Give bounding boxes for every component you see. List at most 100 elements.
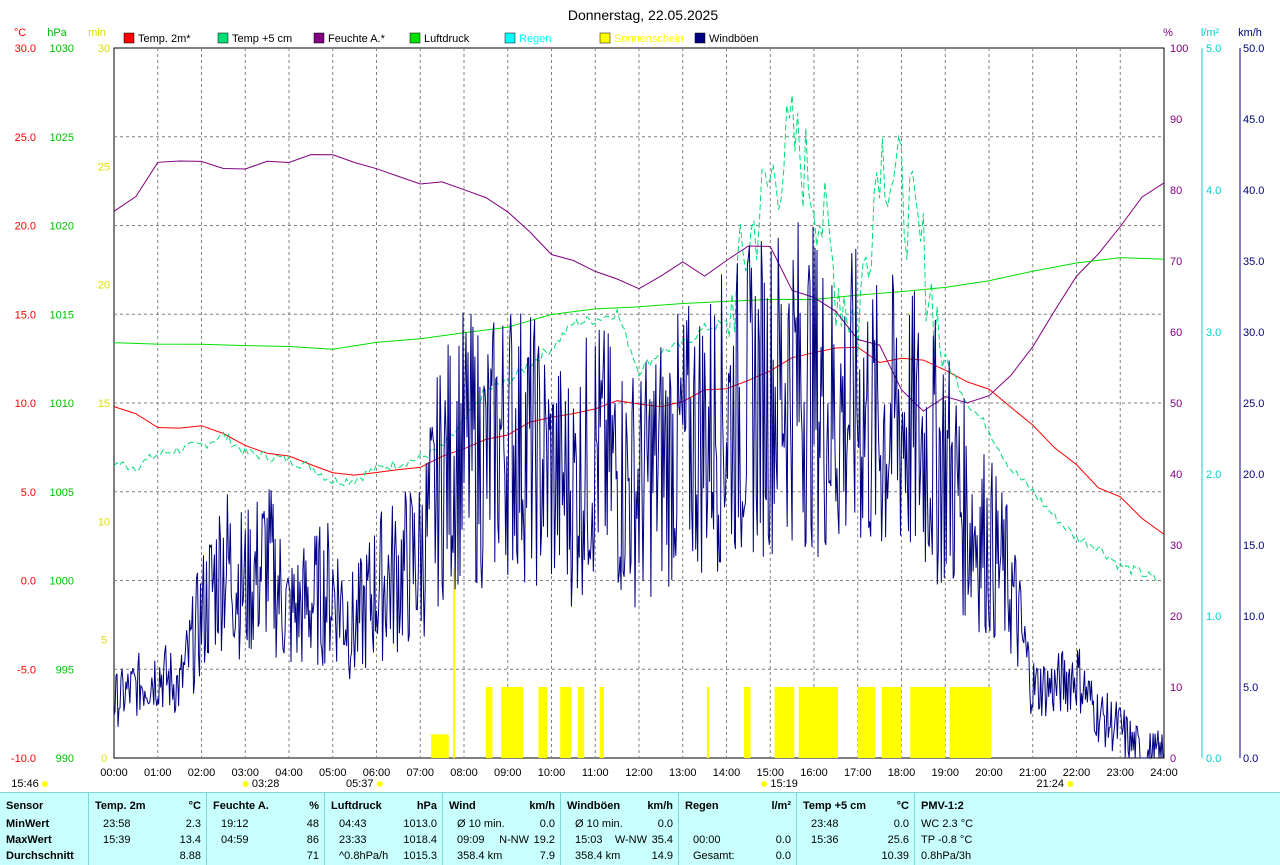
stats-cell: Windböen bbox=[567, 800, 621, 812]
temp-unit: °C bbox=[14, 27, 26, 39]
pressure-tick: 1020 bbox=[50, 221, 74, 233]
time-tick: 24:00 bbox=[1150, 767, 1178, 779]
pressure-tick: 1000 bbox=[50, 576, 74, 588]
sunshine-bar bbox=[453, 568, 456, 758]
stats-cell: % bbox=[309, 800, 319, 812]
event-marker bbox=[42, 781, 48, 787]
stats-cell: 19:12 bbox=[221, 818, 249, 830]
stats-cell: 23:58 bbox=[103, 818, 131, 830]
event-markers: 15:46 03:28 05:37 15:19 21:24 bbox=[11, 778, 1074, 790]
time-tick: 23:00 bbox=[1106, 767, 1134, 779]
stats-column: Windböen km/h Ø 10 min. 0.0 15:03 W-NW 35.4 358… bbox=[560, 793, 679, 865]
stats-cell: Temp +5 cm bbox=[803, 800, 867, 812]
legend-swatch bbox=[217, 32, 229, 44]
chart-title: Donnerstag, 22.05.2025 bbox=[568, 7, 718, 23]
rain-tick: 0.0 bbox=[1206, 753, 1221, 765]
wind-tick: 20.0 bbox=[1243, 469, 1264, 481]
rain-tick: 2.0 bbox=[1206, 469, 1221, 481]
event-label: 15:19 bbox=[770, 778, 798, 790]
sun-tick: 10 bbox=[98, 516, 110, 528]
stats-cell: 23:48 bbox=[811, 818, 839, 830]
time-tick: 11:00 bbox=[582, 767, 609, 779]
stats-cell: 7.9 bbox=[539, 850, 555, 862]
time-tick: 17:00 bbox=[844, 767, 872, 779]
wind-tick: 5.0 bbox=[1243, 682, 1258, 694]
legend-label: Feuchte A.* bbox=[328, 33, 386, 45]
stats-cell: 0.8hPa/3h bbox=[921, 850, 972, 862]
sunshine-bar bbox=[560, 687, 572, 758]
pressure-tick: 1005 bbox=[50, 487, 74, 499]
pressure-tick: 995 bbox=[56, 664, 74, 676]
stats-cell: km/h bbox=[647, 800, 673, 812]
rain-unit: l/m² bbox=[1201, 27, 1220, 39]
time-tick: 07:00 bbox=[406, 767, 434, 779]
temp-tick: 30.0 bbox=[15, 43, 36, 55]
weather-chart: Donnerstag, 22.05.2025 Temp. 2m* Temp +5 … bbox=[11, 7, 1265, 790]
humidity-tick: 40 bbox=[1170, 469, 1182, 481]
stats-cell: 358.4 km bbox=[575, 850, 621, 862]
sun-tick: 15 bbox=[98, 398, 110, 410]
legend: Temp. 2m* Temp +5 cm Feuchte A.* Luftdruck R… bbox=[123, 32, 759, 45]
stats-cell: 15:03 bbox=[575, 834, 603, 846]
stats-cell: hPa bbox=[416, 800, 437, 812]
stats-cell: Durchschnitt bbox=[6, 850, 74, 862]
event-marker bbox=[242, 781, 249, 787]
time-tick: 01:00 bbox=[144, 767, 172, 779]
stats-cell: TP -0.8 °C bbox=[921, 834, 973, 846]
event-marker bbox=[761, 781, 768, 787]
humidity-tick: 0 bbox=[1170, 753, 1176, 765]
stats-cell: N-NW bbox=[499, 834, 529, 846]
event-marker bbox=[376, 781, 383, 787]
legend-label: Temp +5 cm bbox=[232, 33, 292, 45]
stats-cell: 25.6 bbox=[887, 834, 909, 846]
humidity-tick: 90 bbox=[1170, 114, 1182, 126]
time-tick: 12:00 bbox=[625, 767, 653, 779]
stats-column: Wind km/h Ø 10 min. 0.0 09:09 N-NW 19.2 358.4 k… bbox=[442, 793, 561, 865]
wind-tick: 40.0 bbox=[1243, 185, 1264, 197]
pressure-tick: 1015 bbox=[50, 309, 74, 321]
humidity-tick: 50 bbox=[1170, 398, 1182, 410]
stats-cell: WC 2.3 °C bbox=[921, 818, 974, 830]
stats-cell: 358.4 km bbox=[457, 850, 503, 862]
stats-cell: km/h bbox=[529, 800, 555, 812]
stats-cell: MaxWert bbox=[6, 834, 52, 846]
temp-tick: -10.0 bbox=[11, 753, 36, 765]
event-marker bbox=[1067, 781, 1074, 787]
pressure-tick: 990 bbox=[56, 753, 74, 765]
time-tick: 00:00 bbox=[100, 767, 128, 779]
temp-tick: 10.0 bbox=[15, 398, 36, 410]
rain-tick: 5.0 bbox=[1206, 43, 1221, 55]
temp-tick: 20.0 bbox=[15, 221, 36, 233]
sunshine-bar bbox=[881, 687, 902, 758]
stats-cell: Temp. 2m bbox=[95, 800, 146, 812]
wind-tick: 35.0 bbox=[1243, 256, 1264, 268]
wind-tick: 15.0 bbox=[1243, 540, 1264, 552]
stats-cell: 2.3 bbox=[185, 818, 201, 830]
sunshine-bar bbox=[798, 687, 839, 758]
stats-cell: 13.4 bbox=[179, 834, 201, 846]
event-label: 21:24 bbox=[1036, 778, 1064, 790]
time-tick: 09:00 bbox=[494, 767, 522, 779]
sunshine-bar bbox=[501, 687, 524, 758]
stats-column: Luftdruck hPa 04:43 1013.0 23:33 1018.4 ^0.8hP… bbox=[324, 793, 443, 865]
wind-unit: km/h bbox=[1238, 27, 1262, 39]
wind-tick: 25.0 bbox=[1243, 398, 1264, 410]
sunshine-bar bbox=[949, 687, 992, 758]
legend-swatch bbox=[504, 32, 516, 44]
time-tick: 13:00 bbox=[669, 767, 697, 779]
stats-cell: Wind bbox=[449, 800, 476, 812]
stats-cell: 1018.4 bbox=[403, 834, 437, 846]
temp-tick: 0.0 bbox=[21, 576, 36, 588]
legend-label: Sonnenschein bbox=[614, 33, 684, 45]
pressure-tick: 1025 bbox=[50, 132, 74, 144]
event-label: 15:46 bbox=[11, 778, 39, 790]
stats-cell: 04:59 bbox=[221, 834, 249, 846]
time-tick: 05:00 bbox=[319, 767, 347, 779]
event-label: 05:37 bbox=[346, 778, 374, 790]
time-tick: 02:00 bbox=[188, 767, 216, 779]
stats-cell: 14.9 bbox=[651, 850, 673, 862]
temp-tick: 15.0 bbox=[15, 309, 36, 321]
stats-cell: Luftdruck bbox=[331, 800, 382, 812]
sunshine-bar bbox=[857, 687, 876, 758]
sun-tick: 25 bbox=[98, 161, 110, 173]
